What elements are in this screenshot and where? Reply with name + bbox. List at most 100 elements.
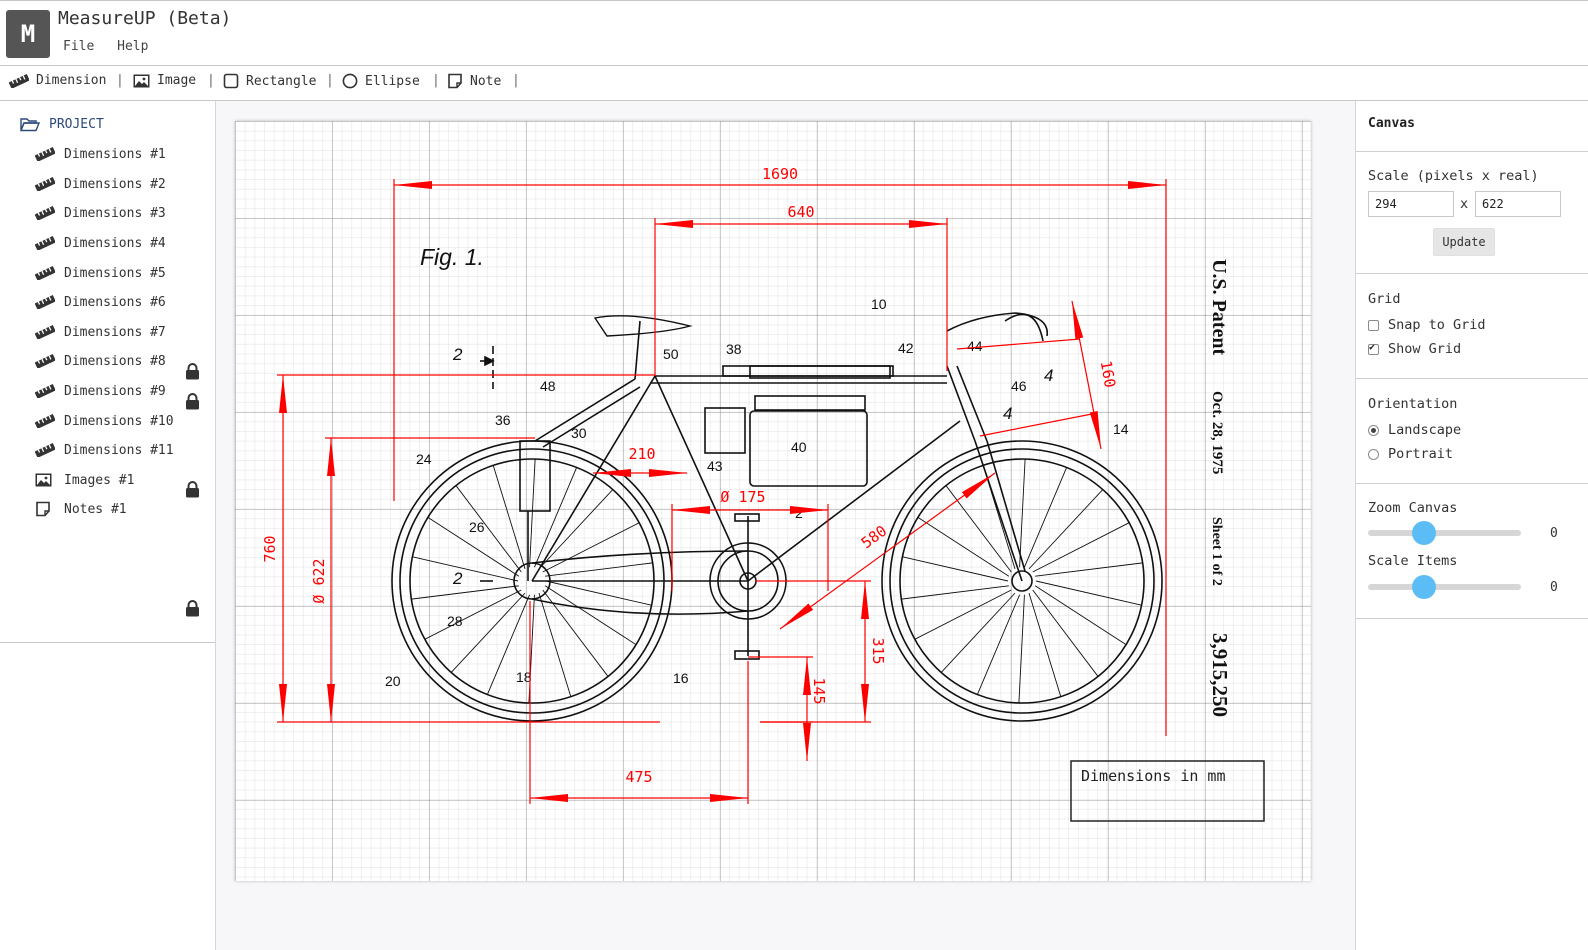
- landscape-radio-dot: [1368, 424, 1379, 436]
- part-number-label: 44: [967, 338, 983, 354]
- ruler-icon: [35, 295, 57, 309]
- tree-item-label: Dimensions #1: [64, 146, 166, 162]
- toolbar: Dimension | Image | Rectangle | Ellipse: [0, 66, 1588, 101]
- project-tree-item[interactable]: Dimensions #3: [35, 203, 205, 223]
- part-number-label: 4: [1044, 366, 1053, 385]
- rectangle-tool-button[interactable]: Rectangle: [223, 73, 316, 89]
- project-tree-item[interactable]: Dimensions #9: [35, 381, 205, 401]
- menu-file[interactable]: File: [63, 39, 94, 54]
- chainstay-dimension-label: 475: [625, 768, 652, 786]
- app-header: M MeasureUP (Beta) File Help: [0, 0, 1588, 66]
- wheel-spoke: [412, 556, 519, 582]
- sidebar-divider: [0, 642, 215, 643]
- battery-length-dimension-label: 640: [787, 203, 814, 221]
- zoom-section: Zoom Canvas 0 Scale Items 0: [1356, 484, 1588, 619]
- project-label: PROJECT: [49, 117, 104, 132]
- scale-items-value: 0: [1550, 580, 1558, 595]
- dimension-tool-button[interactable]: Dimension: [9, 73, 106, 88]
- part-number-label: 46: [1011, 378, 1027, 394]
- part-number-label: 36: [495, 412, 511, 428]
- wheel-spoke: [917, 516, 1010, 577]
- project-tree-item[interactable]: Dimensions #10: [35, 411, 205, 431]
- portrait-radio[interactable]: Portrait: [1368, 446, 1453, 462]
- wheel-spoke: [542, 522, 640, 573]
- grid-label: Grid: [1368, 291, 1401, 307]
- part-number-label: 16: [673, 670, 689, 686]
- project-tree-item[interactable]: Dimensions #8: [35, 351, 205, 371]
- scale-items-slider[interactable]: [1368, 575, 1521, 599]
- note-icon: [35, 501, 57, 517]
- seat-tube-dimension[interactable]: 580: [779, 472, 996, 630]
- bb-drop-dimension[interactable]: 145: [748, 656, 828, 761]
- bar-reach-dimension-label: 160: [1097, 359, 1119, 389]
- rectangle-tool-label: Rectangle: [246, 73, 317, 89]
- bb-drop-dimension-label: 145: [810, 677, 828, 704]
- show-grid-checkbox[interactable]: Show Grid: [1368, 341, 1461, 357]
- zoom-slider-thumb[interactable]: [1412, 521, 1436, 545]
- project-tree-item[interactable]: Notes #1: [35, 499, 205, 519]
- toolbar-separator: |: [512, 73, 520, 88]
- project-tree-item[interactable]: Dimensions #5: [35, 263, 205, 283]
- lock-icon[interactable]: [185, 481, 200, 502]
- ellipse-tool-button[interactable]: Ellipse: [342, 73, 420, 89]
- project-tree-item[interactable]: Dimensions #6: [35, 292, 205, 312]
- project-tree-item[interactable]: Dimensions #2: [35, 174, 205, 194]
- ruler-icon: [35, 236, 57, 250]
- wheel-dimension[interactable]: Ø 622: [310, 437, 535, 722]
- part-number-label: 2: [452, 569, 463, 588]
- image-icon: [133, 74, 150, 87]
- lock-icon[interactable]: [185, 363, 200, 384]
- height-dimension[interactable]: 760: [261, 374, 660, 723]
- image-icon: [35, 473, 57, 487]
- wheel-spoke: [1034, 585, 1127, 646]
- snap-to-grid-checkbox[interactable]: Snap to Grid: [1368, 317, 1486, 333]
- project-tree-item[interactable]: Dimensions #7: [35, 322, 205, 342]
- part-number-label: 24: [416, 451, 432, 467]
- note-tool-button[interactable]: Note: [447, 73, 501, 89]
- project-tree-item[interactable]: Dimensions #4: [35, 233, 205, 253]
- bicycle-patent-drawing[interactable]: 1050384244464414483630244043262228182016…: [235, 121, 1311, 881]
- ruler-icon: [35, 325, 57, 339]
- toolbar-separator: |: [326, 73, 334, 88]
- lock-icon[interactable]: [185, 393, 200, 414]
- landscape-radio[interactable]: Landscape: [1368, 422, 1461, 438]
- part-number-label: 4: [1003, 404, 1012, 423]
- tree-item-label: Dimensions #11: [64, 442, 174, 458]
- lock-icon[interactable]: [185, 600, 200, 621]
- scale-items-slider-track: [1368, 584, 1521, 590]
- zoom-canvas-slider[interactable]: [1368, 521, 1521, 545]
- note-box[interactable]: Dimensions in mm: [1070, 760, 1265, 822]
- part-number-label: 40: [791, 439, 807, 455]
- part-number-label: 26: [469, 519, 485, 535]
- project-tree-item[interactable]: Dimensions #11: [35, 440, 205, 460]
- project-folder[interactable]: PROJECT: [20, 117, 104, 132]
- scale-items-slider-thumb[interactable]: [1412, 575, 1436, 599]
- update-button[interactable]: Update: [1433, 228, 1495, 256]
- project-tree-item[interactable]: Dimensions #1: [35, 144, 205, 164]
- wheel-spoke: [914, 589, 1012, 640]
- ellipse-tool-label: Ellipse: [365, 73, 420, 89]
- part-number-label: 30: [571, 425, 587, 441]
- project-tree-item[interactable]: Images #1: [35, 470, 205, 490]
- image-tool-button[interactable]: Image: [133, 73, 196, 88]
- wheel-spoke: [1024, 467, 1068, 568]
- chainring-dimension[interactable]: Ø 175: [671, 488, 829, 591]
- app-logo: M: [6, 10, 50, 58]
- wheel-spoke: [544, 585, 637, 646]
- portrait-radio-dot: [1368, 448, 1379, 460]
- part-number-label: 50: [663, 346, 679, 362]
- crank-offset-dimension[interactable]: 210: [593, 445, 687, 477]
- chainstay-dimension[interactable]: 475: [529, 601, 749, 804]
- menu-help[interactable]: Help: [117, 39, 148, 54]
- wheel-spoke: [902, 556, 1009, 582]
- ruler-icon: [35, 354, 57, 368]
- wheel-spoke: [1032, 522, 1130, 573]
- square-icon: [223, 73, 239, 89]
- menu-bar: File Help: [63, 39, 163, 54]
- scale-real-input[interactable]: 622: [1475, 191, 1561, 217]
- wheel-spoke: [538, 592, 572, 697]
- scale-pixels-input[interactable]: 294: [1368, 191, 1454, 217]
- wheel-spoke: [545, 562, 653, 577]
- snap-to-grid-box: [1368, 319, 1379, 331]
- folder-open-icon: [20, 118, 40, 132]
